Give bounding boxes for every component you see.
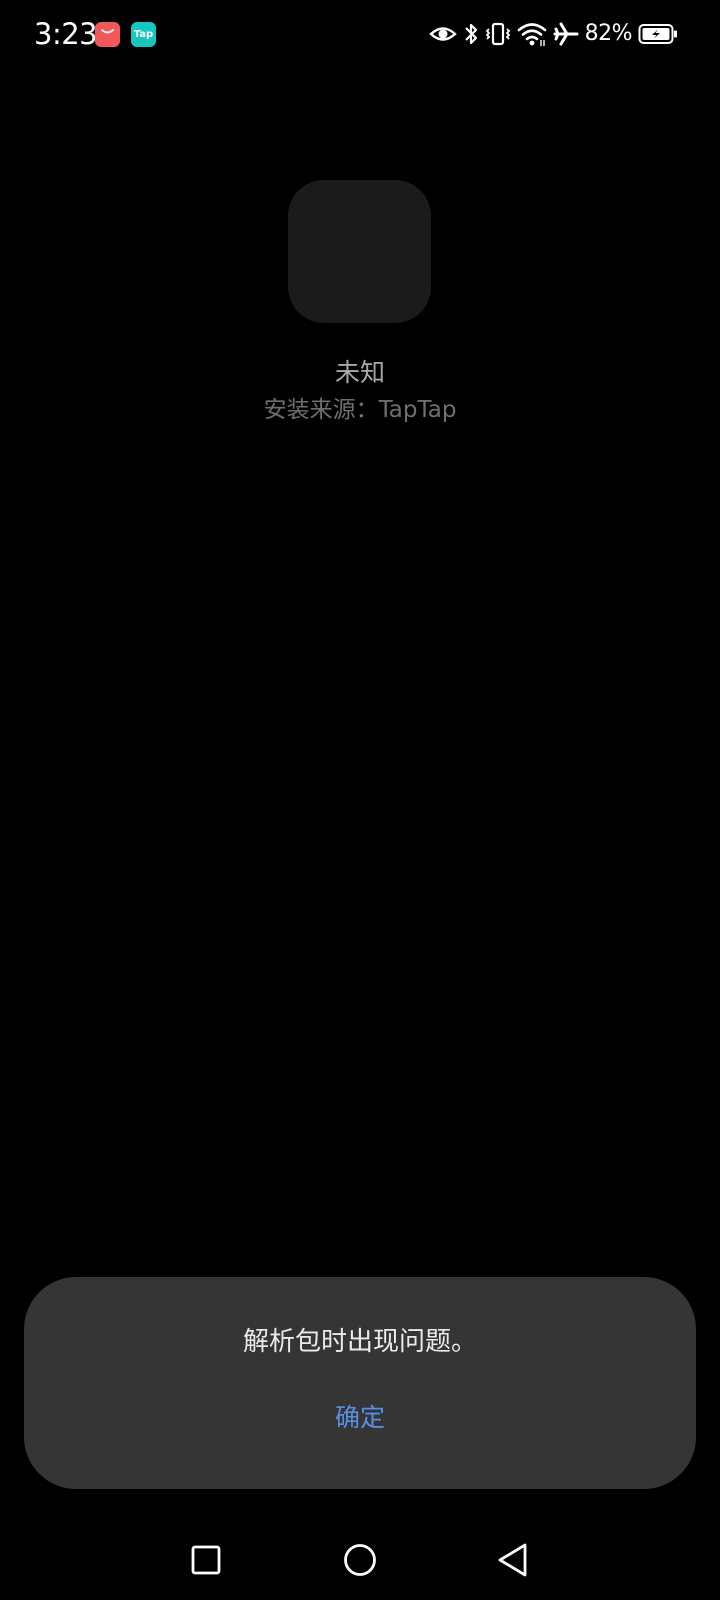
confirm-button[interactable]: 确定 — [300, 1393, 420, 1443]
wifi-icon — [517, 23, 546, 46]
app-name: 未知 — [334, 358, 385, 387]
vibrate-icon — [485, 22, 510, 46]
home-icon — [344, 1544, 376, 1576]
taptap-icon: Tap — [131, 22, 156, 47]
status-time: 3:23 — [34, 17, 98, 51]
battery-charging-icon — [638, 24, 677, 44]
recents-icon — [191, 1545, 221, 1575]
airplane-mode-icon — [553, 22, 579, 46]
app-icon-placeholder — [288, 180, 431, 323]
shopping-bag-icon — [95, 22, 120, 47]
dialog-message: 解析包时出现问题。 — [242, 1327, 477, 1357]
parse-error-dialog: 解析包时出现问题。 确定 — [24, 1277, 696, 1489]
recents-button[interactable] — [171, 1530, 241, 1590]
status-icons: 82% — [428, 18, 684, 50]
back-button[interactable] — [478, 1530, 548, 1590]
install-source: 安装来源：TapTap — [263, 397, 457, 423]
bluetooth-icon — [464, 23, 477, 45]
back-icon — [498, 1543, 527, 1577]
eye-icon — [428, 27, 457, 41]
home-button[interactable] — [325, 1530, 395, 1590]
status-bar: 3:23 Tap 82% — [0, 0, 720, 68]
taptap-icon-label: Tap — [133, 29, 154, 40]
battery-percent: 82% — [584, 21, 633, 46]
navigation-bar — [0, 1530, 720, 1600]
